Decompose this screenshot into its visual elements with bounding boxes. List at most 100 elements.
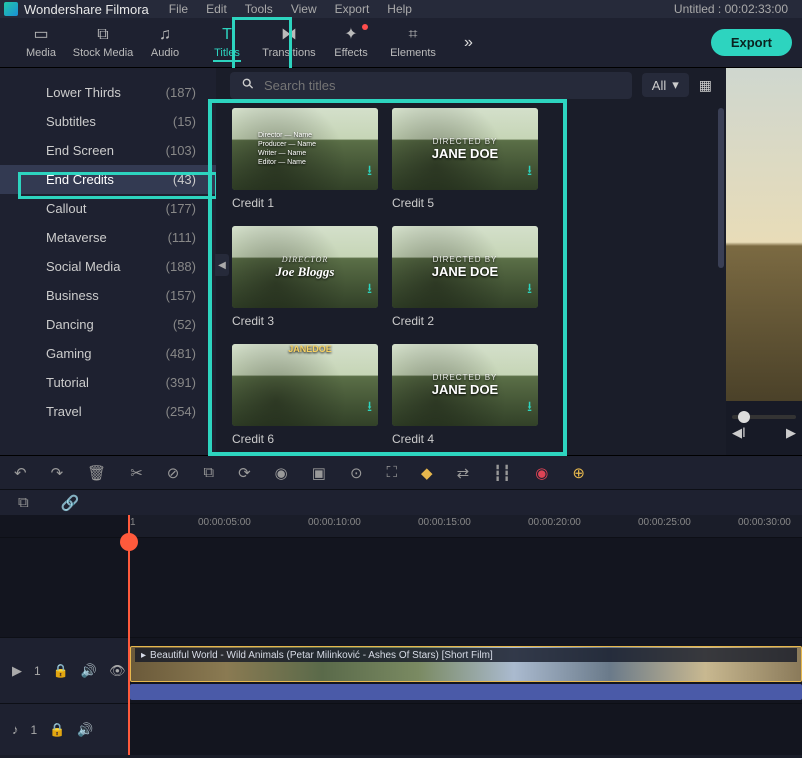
- tab-transitions[interactable]: ⧓ Transitions: [258, 18, 320, 68]
- undo-button[interactable]: ↶: [14, 464, 27, 482]
- titles-icon: T: [222, 27, 232, 43]
- tab-audio[interactable]: ♫ Audio: [134, 18, 196, 68]
- play-button[interactable]: ▶: [786, 425, 796, 441]
- audio-button[interactable]: ┇┇: [493, 464, 511, 482]
- ruler-tick: 00:00:05:00: [198, 517, 251, 528]
- tab-media-label: Media: [26, 47, 56, 59]
- more-tabs-button[interactable]: »: [464, 34, 473, 52]
- sidebar-item-lower-thirds[interactable]: Lower Thirds(187): [0, 78, 216, 107]
- sidebar-item-label: Gaming: [46, 346, 92, 361]
- search-input[interactable]: [264, 78, 622, 93]
- sidebar-item-label: Social Media: [46, 259, 120, 274]
- menu-export[interactable]: Export: [335, 2, 370, 16]
- lock-icon[interactable]: 🔒: [49, 722, 65, 738]
- title-card-name: Credit 1: [232, 196, 378, 210]
- keyframe-button[interactable]: ◆: [421, 464, 433, 482]
- fit-button[interactable]: ⛶: [387, 464, 398, 481]
- split-button[interactable]: ✂: [130, 464, 143, 482]
- link-button[interactable]: 🔗: [61, 494, 80, 512]
- video-clip[interactable]: ▸ Beautiful World - Wild Animals (Petar …: [130, 646, 802, 682]
- sidebar-item-gaming[interactable]: Gaming(481): [0, 339, 216, 368]
- download-icon[interactable]: ⭳: [527, 278, 532, 302]
- video-track-body[interactable]: ▸ Beautiful World - Wild Animals (Petar …: [128, 638, 802, 703]
- title-card[interactable]: Director — NameProducer — NameWriter — N…: [232, 108, 378, 210]
- title-card-name: Credit 3: [232, 314, 378, 328]
- grid-view-toggle[interactable]: ▦: [699, 77, 712, 94]
- title-card-name: Credit 6: [232, 432, 378, 446]
- sidebar-item-end-credits[interactable]: End Credits(43): [0, 165, 216, 194]
- title-card[interactable]: DIRECTED BYJANE DOE ⭳ Credit 2: [392, 226, 538, 328]
- title-card[interactable]: DIRECTORJoe Bloggs ⭳ Credit 3: [232, 226, 378, 328]
- audio-track[interactable]: ♪ 1 🔒 🔊: [0, 703, 802, 755]
- sidebar-item-dancing[interactable]: Dancing(52): [0, 310, 216, 339]
- delete-button[interactable]: 🗑: [87, 464, 106, 482]
- title-card[interactable]: DIRECTED BYJANE DOE ⭳ Credit 4: [392, 344, 538, 446]
- clip-play-icon: ▸: [141, 650, 146, 661]
- tab-media[interactable]: ▭ Media: [10, 18, 72, 68]
- download-icon[interactable]: ⭳: [527, 396, 532, 420]
- tab-titles[interactable]: T Titles: [196, 18, 258, 68]
- thumb-overlay: DIRECTED BYJANE DOE: [392, 344, 538, 426]
- sidebar-item-end-screen[interactable]: End Screen(103): [0, 136, 216, 165]
- title-card[interactable]: JANEDOE ⭳ Credit 6: [232, 344, 378, 446]
- time-ruler[interactable]: 1 00:00:05:00 00:00:10:00 00:00:15:00 00…: [128, 515, 802, 537]
- title-thumb: DIRECTED BYJANE DOE ⭳: [392, 344, 538, 426]
- timeline: 1 00:00:05:00 00:00:10:00 00:00:15:00 00…: [0, 515, 802, 755]
- track-spacer: [0, 537, 802, 637]
- transitions-icon: ⧓: [281, 27, 297, 43]
- title-card[interactable]: DIRECTED BYJANE DOE ⭳ Credit 5: [392, 108, 538, 210]
- menu-edit[interactable]: Edit: [206, 2, 227, 16]
- playhead[interactable]: [128, 515, 130, 755]
- sidebar-item-social-media[interactable]: Social Media(188): [0, 252, 216, 281]
- color-button[interactable]: ◉: [275, 464, 288, 482]
- menu-tools[interactable]: Tools: [245, 2, 273, 16]
- menu-file[interactable]: File: [169, 2, 188, 16]
- sidebar-item-subtitles[interactable]: Subtitles(15): [0, 107, 216, 136]
- sidebar-item-label: End Credits: [46, 172, 114, 187]
- marker-button[interactable]: ⊕: [572, 464, 585, 482]
- download-icon[interactable]: ⭳: [527, 160, 532, 184]
- adjust-button[interactable]: ⇄: [457, 464, 470, 482]
- prev-frame-button[interactable]: ◀Ⅰ: [732, 425, 746, 441]
- record-button[interactable]: ◉: [535, 464, 548, 482]
- slider-knob-icon[interactable]: [738, 411, 750, 423]
- sidebar-item-label: Callout: [46, 201, 86, 216]
- search-field[interactable]: [230, 72, 632, 99]
- audio-waveform[interactable]: [130, 684, 802, 700]
- crop-button[interactable]: ⧉: [203, 464, 214, 481]
- visibility-icon[interactable]: 👁: [109, 663, 126, 679]
- duration-button[interactable]: ⊙: [350, 464, 363, 482]
- filter-dropdown[interactable]: All ▾: [642, 73, 689, 97]
- tab-effects[interactable]: ✦ Effects: [320, 18, 382, 68]
- greenscreen-button[interactable]: ▣: [312, 464, 326, 482]
- preview-progress-slider[interactable]: [732, 415, 796, 419]
- audio-track-body[interactable]: [128, 704, 802, 755]
- redo-button[interactable]: ↷: [51, 464, 64, 482]
- lock-icon[interactable]: 🔒: [53, 663, 69, 679]
- video-track[interactable]: ▶ 1 🔒 🔊 👁 ▸ Beautiful World - Wild Anima…: [0, 637, 802, 703]
- sidebar-item-travel[interactable]: Travel(254): [0, 397, 216, 426]
- content-panel: All ▾ ▦ ◀ Director — NameProducer — Name…: [216, 68, 726, 455]
- title-card-name: Credit 2: [392, 314, 538, 328]
- mute-icon[interactable]: 🔊: [77, 722, 93, 738]
- sidebar-item-business[interactable]: Business(157): [0, 281, 216, 310]
- disable-button[interactable]: ⊘: [167, 464, 180, 482]
- download-icon[interactable]: ⭳: [367, 396, 372, 420]
- sidebar-item-metaverse[interactable]: Metaverse(111): [0, 223, 216, 252]
- sidebar-item-callout[interactable]: Callout(177): [0, 194, 216, 223]
- titles-grid: Director — NameProducer — NameWriter — N…: [232, 108, 710, 446]
- menu-help[interactable]: Help: [387, 2, 412, 16]
- tab-transitions-label: Transitions: [262, 47, 315, 59]
- tab-stock-media[interactable]: ⧉ Stock Media: [72, 18, 134, 68]
- tab-stock-label: Stock Media: [73, 47, 134, 59]
- menu-view[interactable]: View: [291, 2, 317, 16]
- speed-button[interactable]: ⟳: [238, 464, 251, 482]
- download-icon[interactable]: ⭳: [367, 160, 372, 184]
- copy-button[interactable]: ⧉: [18, 494, 29, 511]
- thumb-overlay: DIRECTED BYJANE DOE: [392, 108, 538, 190]
- tab-elements[interactable]: ⌗ Elements: [382, 18, 444, 68]
- export-button[interactable]: Export: [711, 29, 792, 56]
- download-icon[interactable]: ⭳: [367, 278, 372, 302]
- sidebar-item-tutorial[interactable]: Tutorial(391): [0, 368, 216, 397]
- mute-icon[interactable]: 🔊: [81, 663, 97, 679]
